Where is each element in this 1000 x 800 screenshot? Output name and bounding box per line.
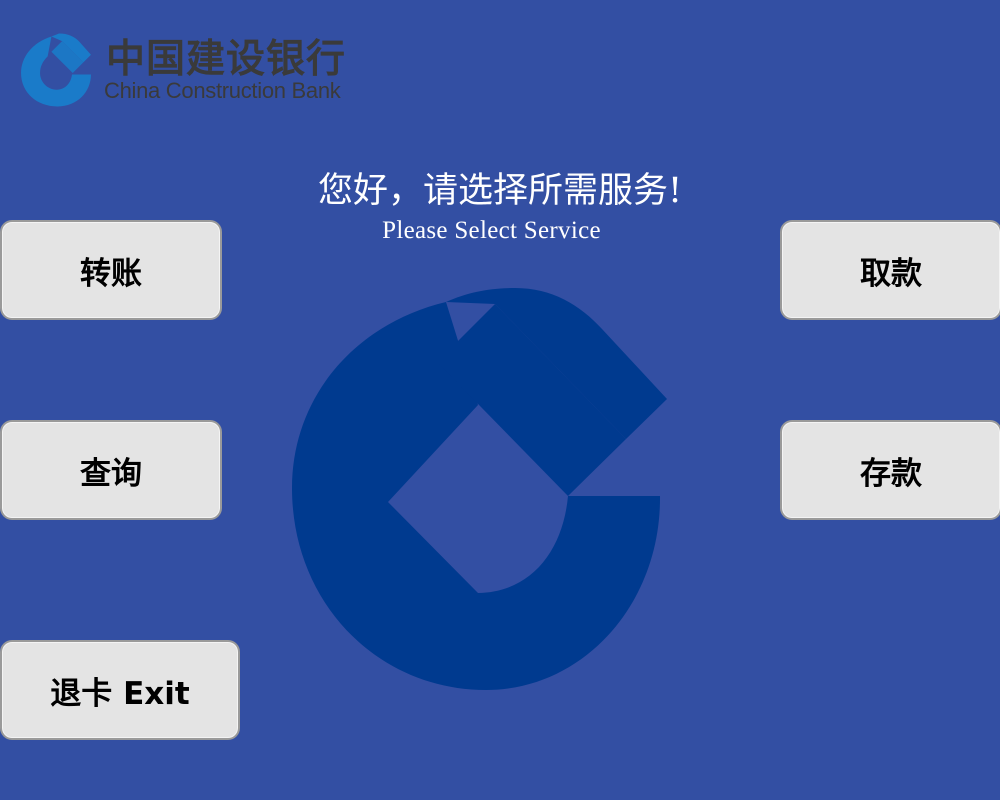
greeting-title: 您好，请选择所需服务! (317, 171, 683, 211)
bank-logo: 中国建设银行 China Construction Bank (18, 32, 438, 112)
transfer-button[interactable]: 转账 (0, 220, 222, 320)
query-button[interactable]: 查询 (0, 420, 222, 520)
deposit-button[interactable]: 存款 (780, 420, 1000, 520)
greeting-subtitle: Please Select Service (382, 217, 601, 244)
withdraw-button[interactable]: 取款 (780, 220, 1000, 320)
bank-name-cn: 中国建设银行 (106, 37, 347, 82)
ccb-logo-icon (21, 33, 91, 107)
exit-card-button[interactable]: 退卡 Exit (0, 640, 240, 740)
bank-name-en: China Construction Bank (104, 78, 341, 103)
ccb-emblem-watermark (292, 288, 667, 690)
